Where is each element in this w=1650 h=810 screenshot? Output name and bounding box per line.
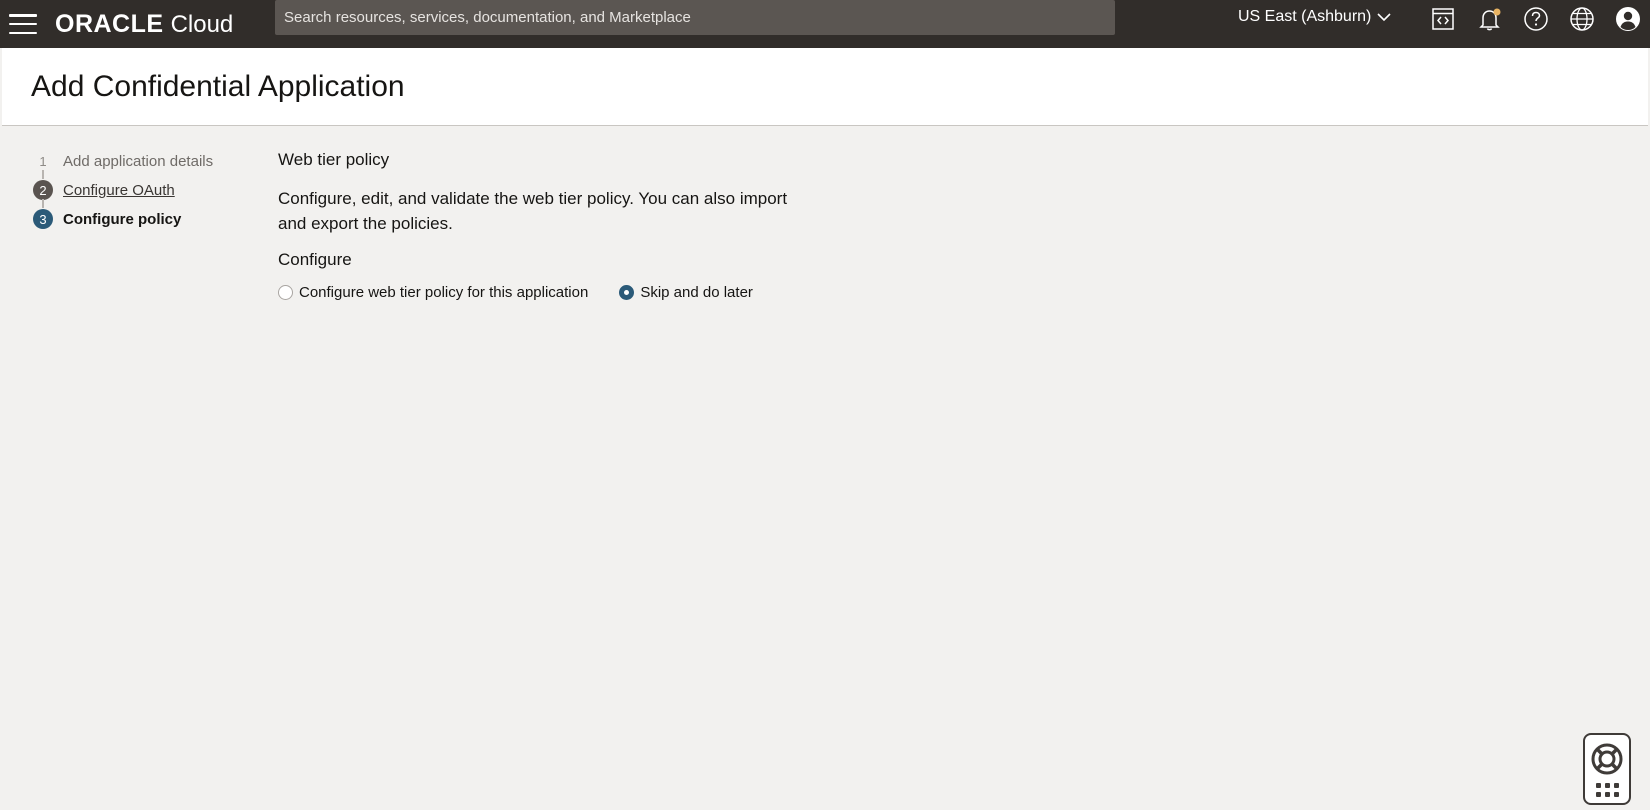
section-title: Web tier policy	[278, 150, 390, 169]
lifebuoy-icon	[1591, 743, 1623, 775]
section-description: Configure, edit, and validate the web ti…	[278, 189, 788, 233]
radio-button-unchecked[interactable]	[278, 285, 293, 300]
step-connector	[42, 170, 44, 179]
step-connector	[42, 199, 44, 208]
step-configure-policy[interactable]: 3 Configure policy	[33, 208, 213, 230]
profile-icon[interactable]	[1614, 5, 1642, 33]
step-label: Configure OAuth	[63, 181, 175, 199]
step-add-application-details[interactable]: 1 Add application details	[33, 150, 213, 172]
region-selector[interactable]: US East (Ashburn)	[1238, 8, 1391, 26]
help-icon[interactable]	[1522, 5, 1550, 33]
search-input[interactable]	[275, 0, 1115, 35]
help-support-widget[interactable]	[1583, 733, 1631, 805]
globe-icon[interactable]	[1568, 5, 1596, 33]
wizard-steps: 1 Add application details 2 Configure OA…	[33, 150, 213, 237]
policy-form: Web tier policy Configure, edit, and val…	[278, 150, 798, 301]
radio-button-checked[interactable]	[619, 285, 635, 300]
product-name: Cloud	[170, 10, 234, 38]
step-number: 3	[33, 209, 53, 229]
apps-grid-icon	[1595, 783, 1619, 797]
brand-name: ORACLE	[55, 9, 164, 38]
radio-label: Skip and do later	[640, 284, 753, 301]
search-box[interactable]	[275, 0, 1115, 35]
chevron-down-icon	[1377, 13, 1391, 22]
step-label: Add application details	[63, 152, 214, 170]
radio-skip-and-do-later[interactable]: Skip and do later	[619, 284, 753, 301]
step-configure-oauth[interactable]: 2 Configure OAuth	[33, 179, 213, 201]
region-label: US East (Ashburn)	[1238, 8, 1372, 25]
page-title: Add Confidential Application	[31, 70, 405, 103]
radio-label: Configure web tier policy for this appli…	[299, 284, 589, 301]
step-number: 1	[39, 153, 47, 169]
step-label: Configure policy	[63, 210, 182, 228]
menu-icon[interactable]	[9, 14, 37, 34]
page-header: Add Confidential Application	[2, 48, 1648, 126]
radio-configure-web-tier-policy[interactable]: Configure web tier policy for this appli…	[278, 284, 588, 301]
oracle-cloud-logo[interactable]: ORACLE Cloud	[55, 10, 233, 39]
code-editor-icon[interactable]	[1429, 5, 1457, 33]
configure-label: Configure	[278, 250, 352, 269]
top-navigation-bar: ORACLE Cloud US East (Ashburn)	[0, 0, 1650, 48]
bell-icon[interactable]	[1476, 5, 1504, 33]
step-number: 2	[33, 180, 53, 200]
configure-radio-group: Configure web tier policy for this appli…	[278, 284, 798, 301]
